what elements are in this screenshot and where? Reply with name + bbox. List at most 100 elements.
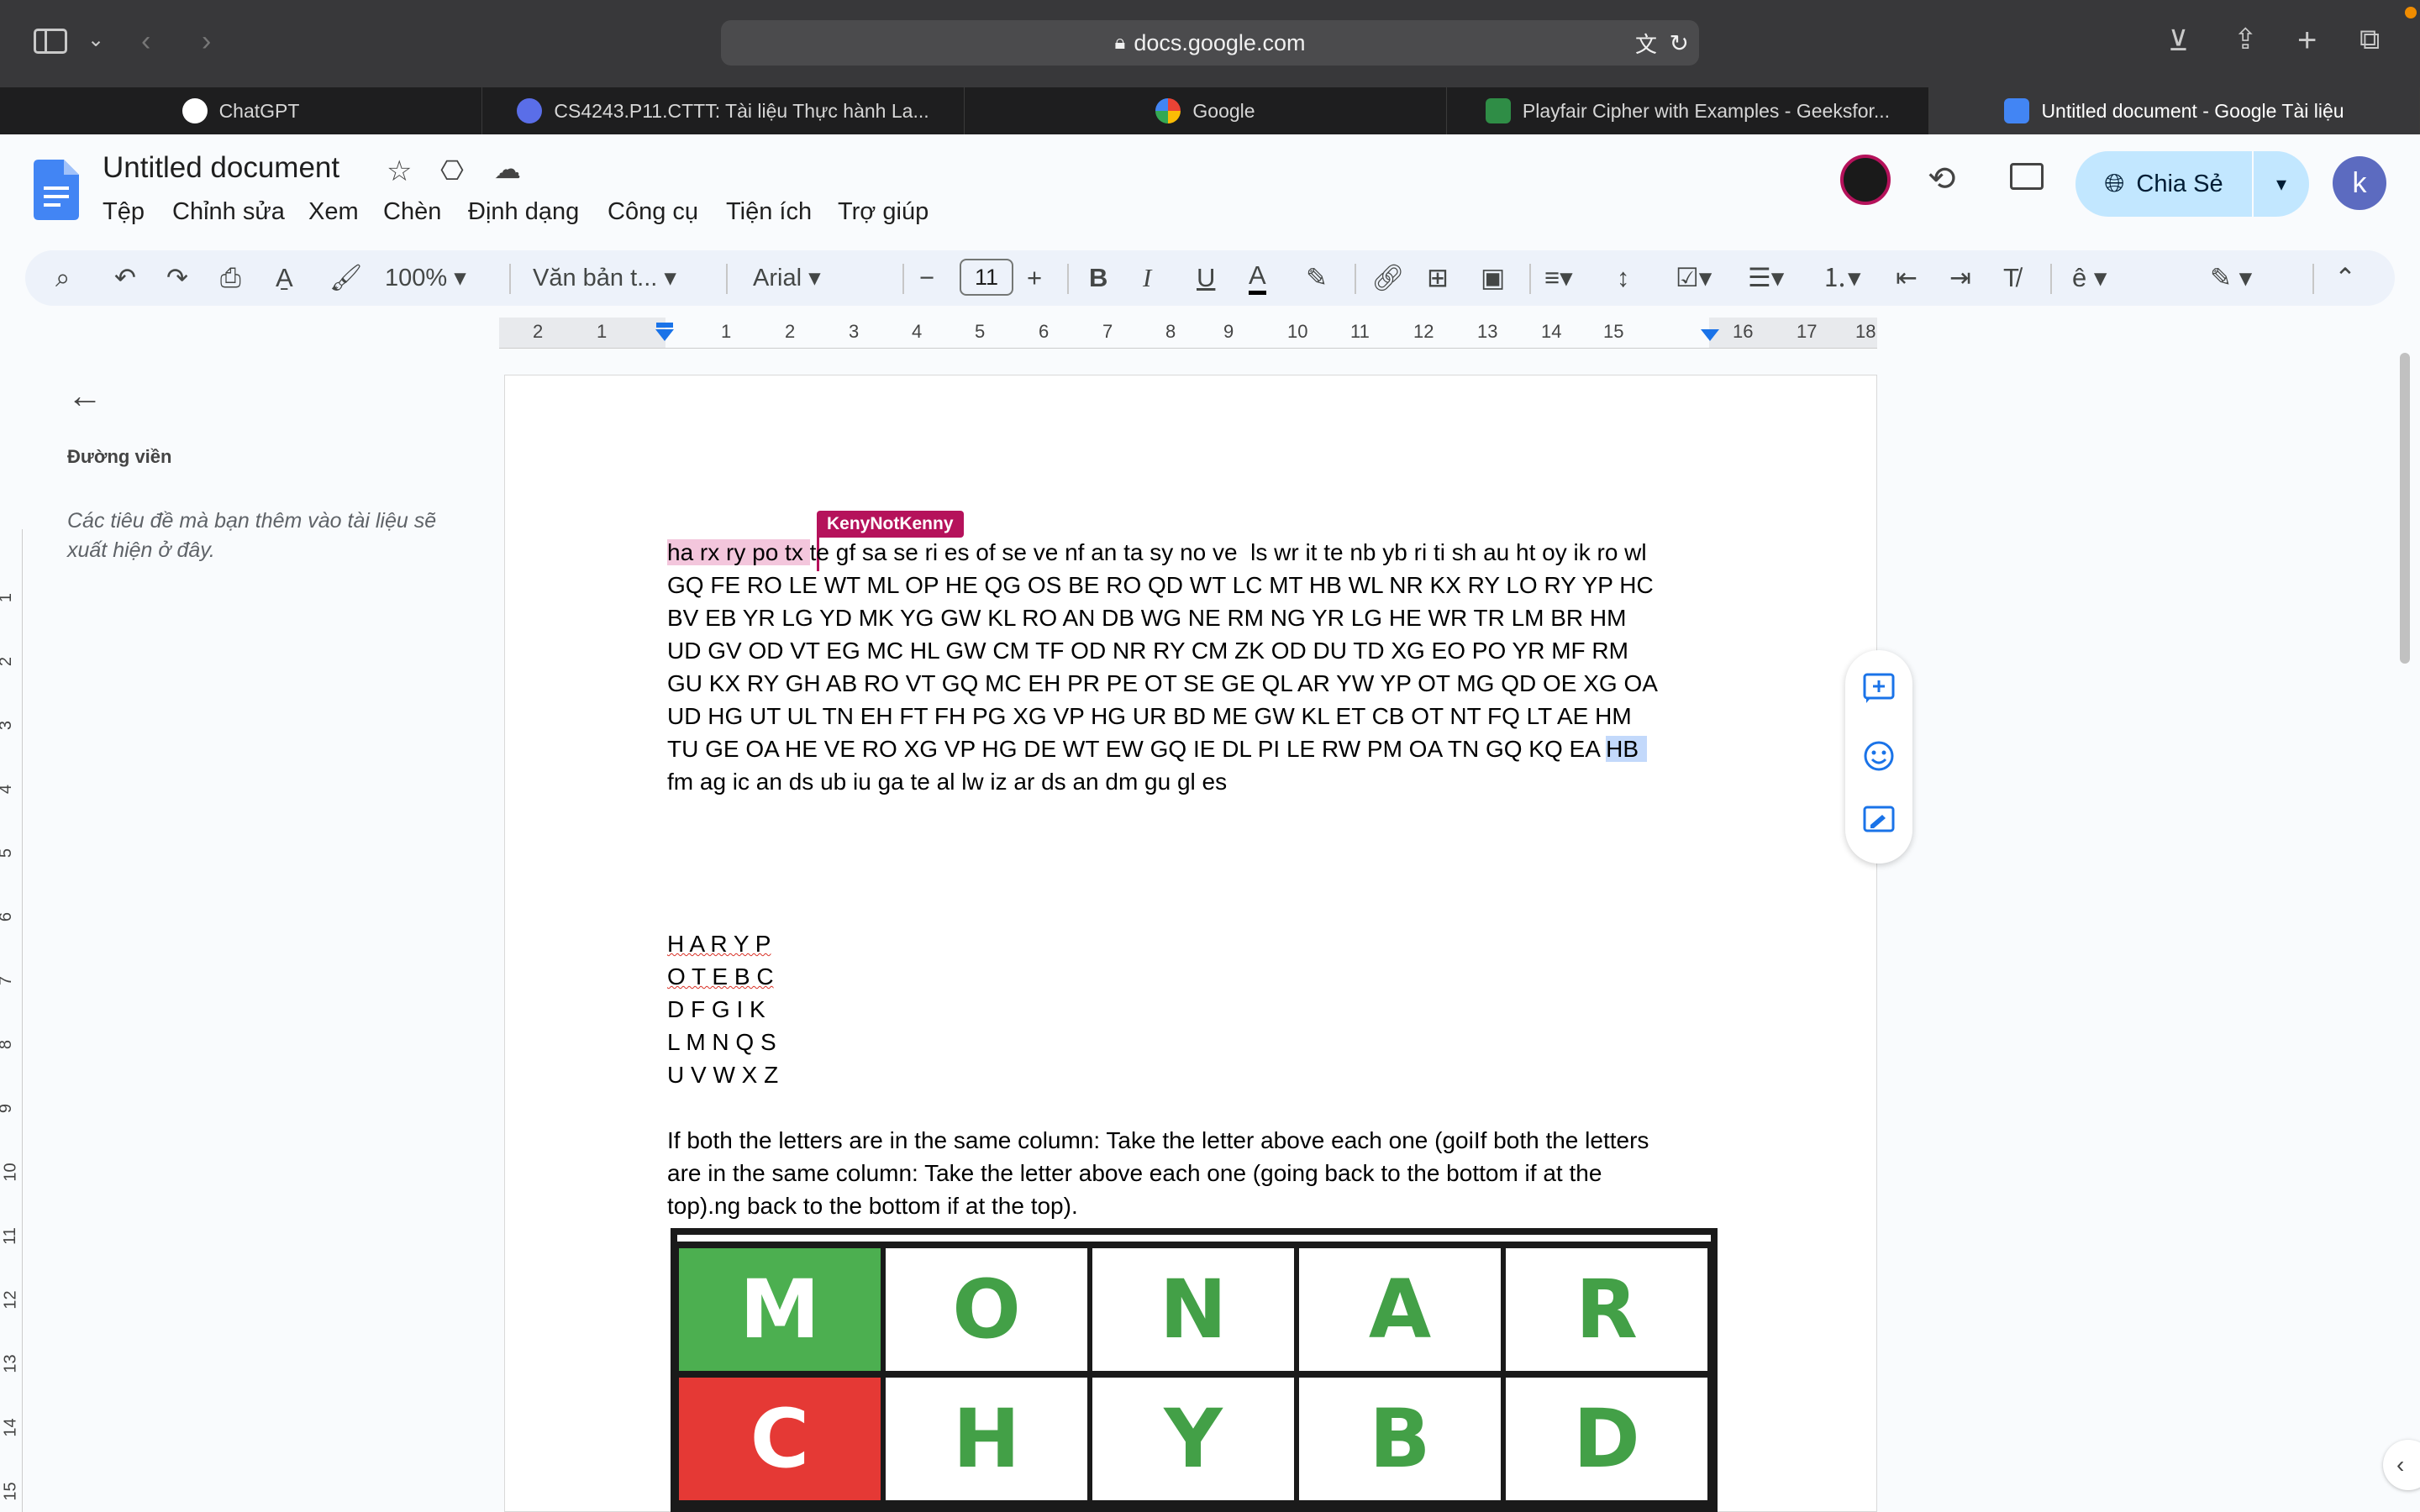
tab-chatgpt[interactable]: ChatGPT xyxy=(0,87,482,134)
style-select[interactable]: Văn bản t... ▾ xyxy=(533,260,676,296)
vertical-ruler[interactable]: 1 2 3 4 5 6 7 8 9 10 11 12 13 14 15 xyxy=(0,529,23,1512)
search-menus-icon[interactable]: ⌕ xyxy=(55,260,70,296)
underline-icon[interactable]: U xyxy=(1197,260,1215,296)
redo-icon[interactable]: ↷ xyxy=(166,260,188,296)
translate-icon[interactable]: 文 xyxy=(1635,28,1657,59)
align-icon[interactable]: ≡▾ xyxy=(1544,260,1573,296)
rule-text-line[interactable]: are in the same column: Take the letter … xyxy=(667,1160,1602,1187)
google-docs-logo-icon[interactable] xyxy=(34,160,79,220)
collaborator-avatar[interactable] xyxy=(1840,155,1891,205)
emoji-reaction-icon[interactable] xyxy=(1862,739,1896,773)
left-indent-marker-icon[interactable] xyxy=(655,329,674,341)
hide-menus-icon[interactable]: ⌃ xyxy=(2334,260,2356,296)
version-history-icon[interactable]: ⟲ xyxy=(1928,160,1956,198)
close-outline-arrow-icon[interactable]: ← xyxy=(67,375,103,416)
increase-indent-icon[interactable]: ⇥ xyxy=(1949,260,1971,296)
comments-icon[interactable] xyxy=(2010,163,2044,190)
vertical-scrollbar[interactable] xyxy=(2400,353,2410,664)
cipher-line[interactable]: BV EB YR LG YD MK YG GW KL RO AN DB WG N… xyxy=(667,605,1626,632)
document-title[interactable]: Untitled document xyxy=(103,151,339,185)
add-comment-icon[interactable]: ⊞ xyxy=(1427,260,1449,296)
key-square-row[interactable]: L M N Q S xyxy=(667,1029,776,1056)
playfair-table-image[interactable]: M O N A R C H Y B D xyxy=(671,1228,1718,1512)
tab-docs[interactable]: Untitled document - Google Tài liệu xyxy=(1929,87,2420,134)
rule-text-line[interactable]: If both the letters are in the same colu… xyxy=(667,1127,1649,1154)
move-to-drive-icon[interactable]: ⎔ xyxy=(440,155,464,186)
add-comment-icon[interactable] xyxy=(1862,672,1896,706)
cipher-line[interactable]: UD HG UT UL TN EH FT FH PG XG VP HG UR B… xyxy=(667,703,1632,730)
text-selection: HB xyxy=(1606,736,1648,762)
sidebar-toggle-icon[interactable] xyxy=(34,29,67,54)
chevron-down-icon[interactable]: ⌄ xyxy=(87,30,104,50)
menu-file[interactable]: Tệp xyxy=(103,198,145,226)
cipher-line[interactable]: GU KX RY GH AB RO VT GQ MC EH PR PE OT S… xyxy=(667,670,1658,697)
bulleted-list-icon[interactable]: ☰▾ xyxy=(1748,260,1784,296)
key-square-row[interactable]: U V W X Z xyxy=(667,1062,778,1089)
italic-icon[interactable]: I xyxy=(1143,260,1151,296)
highlight-color-icon[interactable]: ✎ xyxy=(1306,260,1328,296)
ruler-number: 10 xyxy=(1,1163,20,1182)
downloads-icon[interactable]: ⊻ xyxy=(2168,27,2189,55)
decrease-indent-icon[interactable]: ⇤ xyxy=(1896,260,1918,296)
font-select[interactable]: Arial ▾ xyxy=(753,260,821,296)
forward-icon[interactable]: › xyxy=(202,27,211,55)
editing-mode-icon[interactable]: ✎ ▾ xyxy=(2210,260,2252,296)
key-square-row[interactable]: H A R Y P xyxy=(667,931,771,958)
insert-link-icon[interactable]: 🔗︎ xyxy=(1371,260,1404,296)
rule-text-line[interactable]: top).ng back to the bottom if at the top… xyxy=(667,1193,1078,1220)
ruler-number: 6 xyxy=(1039,321,1050,342)
text-color-icon[interactable]: A xyxy=(1249,260,1266,295)
menu-insert[interactable]: Chèn xyxy=(383,198,441,226)
menu-edit[interactable]: Chỉnh sửa xyxy=(172,198,285,226)
insert-image-icon[interactable]: ▣ xyxy=(1481,260,1505,296)
menu-format[interactable]: Định dạng xyxy=(468,198,579,226)
right-indent-marker-icon[interactable] xyxy=(1701,329,1719,341)
ruler-number: 2 xyxy=(533,321,544,342)
cipher-text: te gf sa se ri es of se ve nf an ta sy n… xyxy=(809,539,1647,565)
line-spacing-icon[interactable]: ↕ xyxy=(1617,260,1630,296)
menu-extensions[interactable]: Tiện ích xyxy=(726,198,812,226)
cipher-line[interactable]: UD GV OD VT EG MC HL GW CM TF OD NR RY C… xyxy=(667,638,1628,664)
star-icon[interactable]: ☆ xyxy=(387,155,412,188)
font-size-input[interactable]: 11 xyxy=(960,259,1013,296)
spellcheck-icon[interactable]: A̱ xyxy=(276,260,293,296)
menu-view[interactable]: Xem xyxy=(308,198,359,226)
numbered-list-icon[interactable]: ⒈▾ xyxy=(1822,260,1861,296)
increase-font-size-icon[interactable]: + xyxy=(1027,260,1042,296)
tab-course[interactable]: CS4243.P11.CTTT: Tài liệu Thực hành La..… xyxy=(482,87,965,134)
bold-icon[interactable]: B xyxy=(1089,260,1107,296)
tab-google[interactable]: Google xyxy=(965,87,1447,134)
input-tools-icon[interactable]: ê ▾ xyxy=(2072,260,2107,296)
key-square-row[interactable]: O T E B C xyxy=(667,963,774,990)
reload-icon[interactable]: ↻ xyxy=(1670,29,1689,57)
share-button[interactable]: 🌐︎ Chia Sẻ xyxy=(2075,151,2252,217)
table-cell: A xyxy=(1299,1248,1501,1371)
tab-geeksforgeeks[interactable]: Playfair Cipher with Examples - Geeksfor… xyxy=(1447,87,1929,134)
print-icon[interactable]: ⎙ xyxy=(220,260,241,296)
zoom-select[interactable]: 100% ▾ xyxy=(385,260,466,296)
cipher-line[interactable]: GQ FE RO LE WT ML OP HE QG OS BE RO QD W… xyxy=(667,572,1654,599)
new-tab-icon[interactable]: + xyxy=(2297,24,2317,57)
address-bar[interactable]: 🔒︎ docs.google.com 文 ↻ xyxy=(721,20,1699,66)
table-cell: D xyxy=(1506,1378,1707,1500)
account-avatar[interactable]: k xyxy=(2333,156,2386,210)
undo-icon[interactable]: ↶ xyxy=(114,260,136,296)
cipher-line[interactable]: ha rx ry po tx te gf sa se ri es of se v… xyxy=(667,539,1647,566)
suggest-edits-icon[interactable] xyxy=(1862,805,1896,838)
first-line-indent-marker-icon[interactable] xyxy=(656,323,673,328)
horizontal-ruler[interactable]: 2 1 1 2 3 4 5 6 7 8 9 10 11 12 13 14 15 … xyxy=(499,318,1877,349)
plaintext-line[interactable]: fm ag ic an ds ub iu ga te al lw iz ar d… xyxy=(667,769,1227,795)
menu-help[interactable]: Trợ giúp xyxy=(838,198,929,226)
cloud-status-icon[interactable]: ☁︎ xyxy=(494,153,521,185)
paint-format-icon[interactable]: 🖌︎ xyxy=(329,260,362,296)
clear-formatting-icon[interactable]: T̸ xyxy=(2003,260,2019,296)
decrease-font-size-icon[interactable]: − xyxy=(919,260,934,296)
side-panel-toggle[interactable]: ‹ xyxy=(2383,1440,2420,1490)
checklist-icon[interactable]: ☑▾ xyxy=(1676,260,1712,296)
cipher-line[interactable]: TU GE OA HE VE RO XG VP HG DE WT EW GQ I… xyxy=(667,736,1648,763)
menu-tools[interactable]: Công cụ xyxy=(608,198,698,226)
share-icon[interactable]: ⇪ xyxy=(2233,25,2258,54)
key-square-row[interactable]: D F G I K xyxy=(667,996,765,1023)
back-icon[interactable]: ‹ xyxy=(141,27,150,55)
tab-overview-icon[interactable]: ⧉ xyxy=(2360,25,2380,54)
